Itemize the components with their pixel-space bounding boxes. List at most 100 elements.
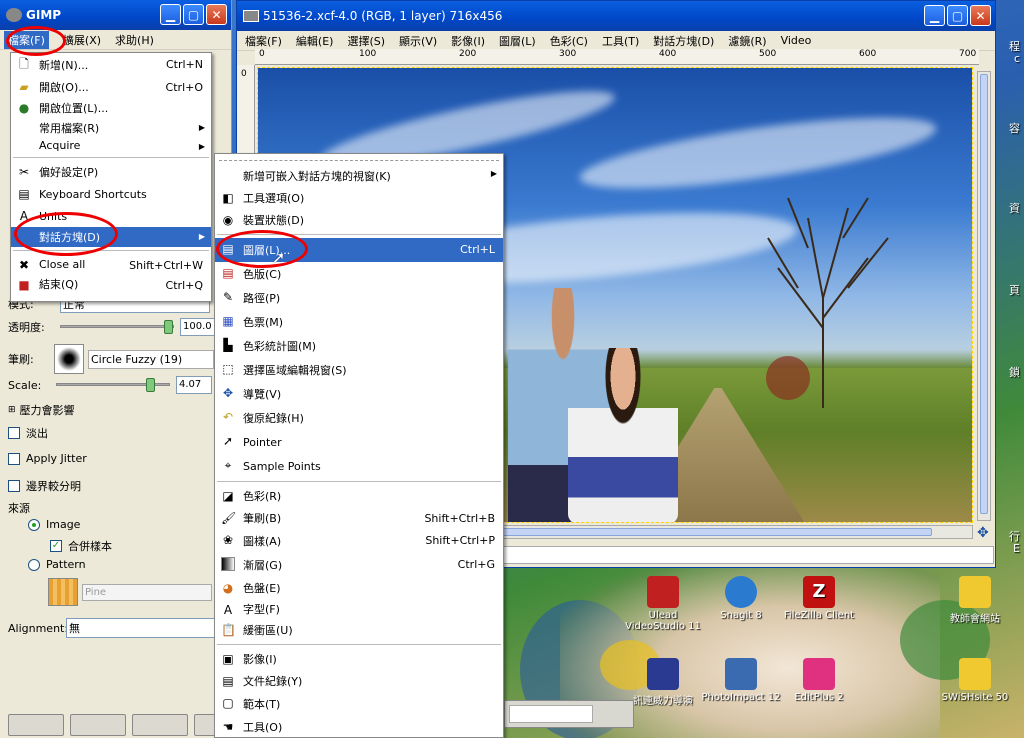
menu-image[interactable]: 影像(I) bbox=[451, 33, 485, 49]
image-radio[interactable] bbox=[28, 518, 40, 531]
save-options-button[interactable] bbox=[8, 714, 64, 736]
hard-edge-checkbox[interactable] bbox=[8, 480, 20, 492]
gradients-icon bbox=[221, 557, 235, 571]
menu-item-acquire[interactable]: Acquire ▶ bbox=[11, 137, 211, 154]
hard-edge-option[interactable]: 邊界較分明 bbox=[8, 478, 81, 494]
opacity-input[interactable]: 100.0 bbox=[180, 318, 216, 336]
document-history-icon: ▤ bbox=[222, 674, 234, 688]
preferences-icon: ✂ bbox=[18, 165, 30, 179]
annotation-ring-dialogs bbox=[14, 212, 118, 256]
minimize-button[interactable]: ▁ bbox=[160, 4, 181, 25]
menu-file[interactable]: 檔案(F) bbox=[245, 33, 282, 49]
menu-item-images[interactable]: ▣ 影像(I) bbox=[215, 648, 503, 670]
navigate-icon[interactable]: ✥ bbox=[977, 525, 989, 541]
scale-slider[interactable] bbox=[56, 377, 170, 393]
menu-edit[interactable]: 編輯(E) bbox=[296, 33, 334, 49]
jitter-checkbox[interactable] bbox=[8, 452, 20, 465]
fade-option[interactable]: 淡出 bbox=[8, 425, 48, 441]
templates-icon: ▢ bbox=[222, 696, 234, 710]
merged-checkbox[interactable]: ✓ bbox=[50, 540, 62, 552]
menu-item-histogram[interactable]: ▙ 色彩統計圖(M) bbox=[215, 334, 503, 358]
menu-item-pointer[interactable]: ➚ Pointer bbox=[215, 430, 503, 454]
palettes-icon: ◕ bbox=[222, 581, 234, 595]
horizontal-ruler: 0 100 200 300 400 500 600 700 bbox=[255, 49, 979, 65]
partial-window bbox=[504, 700, 634, 728]
menu-item-colormap[interactable]: ▦ 色票(M) bbox=[215, 310, 503, 334]
pattern-source-option[interactable]: Pattern bbox=[28, 558, 86, 571]
menu-item-selection-editor[interactable]: ⬚ 選擇區域編輯視窗(S) bbox=[215, 358, 503, 382]
menu-item-new[interactable]: 🗋 新增(N)... Ctrl+N bbox=[11, 53, 211, 76]
submenu-arrow-icon: ▶ bbox=[490, 169, 497, 178]
menu-item-patterns[interactable]: ❀ 圖樣(A) Shift+Ctrl+P bbox=[215, 529, 503, 553]
close-button[interactable]: ✕ bbox=[206, 4, 227, 25]
menu-item-colors[interactable]: ◪ 色彩(R) bbox=[215, 485, 503, 507]
vertical-scrollbar[interactable] bbox=[977, 71, 991, 521]
brush-preview[interactable] bbox=[54, 344, 84, 374]
channels-icon: ▤ bbox=[222, 266, 234, 280]
menu-video[interactable]: Video bbox=[781, 34, 812, 47]
menu-item-open[interactable]: ▰ 開啟(O)... Ctrl+O bbox=[11, 76, 211, 97]
image-window-titlebar[interactable]: 51536-2.xcf-4.0 (RGB, 1 layer) 716x456 ▁… bbox=[237, 1, 995, 31]
menu-filters[interactable]: 濾鏡(R) bbox=[728, 33, 766, 49]
menu-select[interactable]: 選擇(S) bbox=[347, 33, 385, 49]
tearoff-line[interactable] bbox=[219, 154, 499, 161]
menu-item-quit[interactable]: ■ 結束(Q) Ctrl+Q bbox=[11, 274, 211, 294]
restore-options-button[interactable] bbox=[70, 714, 126, 736]
menu-item-sample-points[interactable]: ⌖ Sample Points bbox=[215, 454, 503, 478]
maximize-button[interactable]: ▢ bbox=[183, 4, 204, 25]
image-source-option[interactable]: Image bbox=[28, 518, 80, 531]
menu-view[interactable]: 顯示(V) bbox=[399, 33, 437, 49]
maximize-button[interactable]: ▢ bbox=[947, 5, 968, 26]
desktop-icon-teacher-site[interactable]: 教師會網站 bbox=[932, 576, 1018, 625]
desktop-icon-filezilla[interactable]: Z FileZilla Client bbox=[776, 576, 862, 621]
pressure-row[interactable]: ⊞ 壓力會影響 bbox=[8, 402, 75, 418]
menu-layer[interactable]: 圖層(L) bbox=[499, 33, 536, 49]
scale-input[interactable]: 4.07 bbox=[176, 376, 212, 394]
menu-item-new-dock[interactable]: 新增可嵌入對話方塊的視窗(K) ▶ bbox=[215, 164, 503, 187]
girl-figure bbox=[568, 348, 678, 522]
file-menu: 🗋 新增(N)... Ctrl+N ▰ 開啟(O)... Ctrl+O ● 開啟位置(L)… bbox=[10, 52, 212, 302]
desktop-icon-ulead[interactable]: Ulead VideoStudio 11 bbox=[620, 576, 706, 632]
menu-item-tools[interactable]: ☚ 工具(O) bbox=[215, 716, 503, 738]
pattern-radio[interactable] bbox=[28, 558, 40, 571]
menu-tools[interactable]: 工具(T) bbox=[602, 33, 639, 49]
menu-item-preferences[interactable]: ✂ 偏好設定(P) bbox=[11, 161, 211, 183]
minimize-button[interactable]: ▁ bbox=[924, 5, 945, 26]
menu-item-device-status[interactable]: ◉ 裝置狀態(D) bbox=[215, 209, 503, 231]
menu-item-paths[interactable]: ✎ 路徑(P) bbox=[215, 286, 503, 310]
menu-dialogs[interactable]: 對話方塊(D) bbox=[653, 33, 714, 49]
opacity-slider[interactable] bbox=[60, 319, 174, 335]
jitter-option[interactable]: Apply Jitter bbox=[8, 452, 87, 465]
menu-item-brushes[interactable]: 🖌 筆刷(B) Shift+Ctrl+B bbox=[215, 507, 503, 529]
pattern-preview[interactable] bbox=[48, 578, 78, 606]
menu-item-gradients[interactable]: 漸層(G) Ctrl+G bbox=[215, 553, 503, 577]
merged-option[interactable]: ✓ 合併樣本 bbox=[50, 538, 112, 554]
menu-item-open-location[interactable]: ● 開啟位置(L)... bbox=[11, 97, 211, 118]
menu-item-palettes[interactable]: ◕ 色盤(E) bbox=[215, 577, 503, 599]
menu-item-buffers[interactable]: 📋 緩衝區(U) bbox=[215, 619, 503, 641]
right-edge-window: 程 c 容 資 頁 鎖 行 E bbox=[1009, 40, 1020, 555]
menu-colors[interactable]: 色彩(C) bbox=[550, 33, 588, 49]
desktop-icon-editplus[interactable]: EditPlus 2 bbox=[776, 658, 862, 703]
menu-item-fonts[interactable]: A 字型(F) bbox=[215, 599, 503, 619]
close-button[interactable]: ✕ bbox=[970, 5, 991, 26]
menu-item-navigation[interactable]: ✥ 導覽(V) bbox=[215, 382, 503, 406]
alignment-select[interactable]: 無 bbox=[66, 618, 216, 638]
close-all-icon: ✖ bbox=[18, 258, 30, 272]
desktop-icon-snagit[interactable]: Snagit 8 bbox=[698, 576, 784, 621]
menu-item-undo-history[interactable]: ↶ 復原紀錄(H) bbox=[215, 406, 503, 430]
menu-item-recent[interactable]: 常用檔案(R) ▶ bbox=[11, 118, 211, 137]
menu-item-close-all[interactable]: ✖ Close all Shift+Ctrl+W bbox=[11, 254, 211, 274]
menu-help[interactable]: 求助(H) bbox=[115, 32, 154, 48]
brush-name: Circle Fuzzy (19) bbox=[88, 349, 214, 369]
desktop-icon-photoimpact[interactable]: PhotoImpact 12 bbox=[698, 658, 784, 703]
delete-options-button[interactable] bbox=[132, 714, 188, 736]
desktop-icon-swishsite[interactable]: SWiSHsite 50 bbox=[932, 658, 1018, 703]
menu-item-templates[interactable]: ▢ 範本(T) bbox=[215, 692, 503, 716]
menu-extensions[interactable]: 擴展(X) bbox=[63, 32, 101, 48]
expand-icon[interactable]: ⊞ bbox=[8, 405, 16, 415]
menu-item-tool-options[interactable]: ◧ 工具選項(O) bbox=[215, 187, 503, 209]
menu-item-keyboard-shortcuts[interactable]: ▤ Keyboard Shortcuts bbox=[11, 183, 211, 205]
menu-item-document-history[interactable]: ▤ 文件紀錄(Y) bbox=[215, 670, 503, 692]
fade-checkbox[interactable] bbox=[8, 427, 20, 439]
